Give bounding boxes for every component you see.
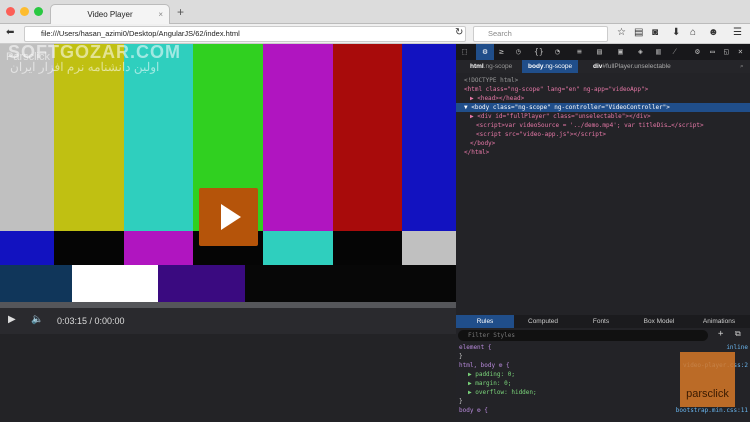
- filter-styles-input[interactable]: Filter Styles: [458, 330, 708, 341]
- color-bar: [402, 44, 456, 231]
- color-bar: [72, 265, 158, 302]
- tab-bar: Video Player × +: [0, 0, 750, 24]
- bookmark-star-icon[interactable]: ☆: [617, 27, 626, 38]
- markup-line-selected[interactable]: ▼ <body class="ng-scope" ng-controller="…: [456, 103, 750, 112]
- add-rule-icon[interactable]: +: [718, 329, 723, 339]
- watermark-tagline: اولین دانشنامه نرم افزار ایران: [10, 60, 160, 74]
- breadcrumb-class: #fullPlayer.unselectable: [602, 63, 671, 70]
- close-tab-icon[interactable]: ×: [158, 5, 163, 24]
- color-bar: [54, 231, 124, 265]
- search-input[interactable]: Search: [473, 26, 608, 42]
- screenshot-icon[interactable]: ▣: [618, 47, 623, 56]
- time-display: 0:03:15 / 0:00:00: [57, 316, 125, 326]
- close-window-button[interactable]: [6, 7, 15, 16]
- console-icon[interactable]: ≥: [499, 47, 504, 56]
- breadcrumb-tag: div: [593, 63, 603, 70]
- volume-icon[interactable]: 🔈: [31, 314, 43, 325]
- style-editor-icon[interactable]: {}: [534, 47, 544, 56]
- rule-selector: body ⚙ { bootstrap.min.css:11: [456, 406, 750, 415]
- breadcrumb-div[interactable]: div#fullPlayer.unselectable: [587, 60, 677, 73]
- scratchpad-icon[interactable]: ▥: [656, 47, 661, 56]
- home-icon[interactable]: ⌂: [690, 27, 696, 38]
- video-player[interactable]: SOFTGOZAR.COM Parsclick اولین دانشنامه ن…: [0, 42, 456, 422]
- nav-bar: ⬅ file:///Users/hasan_azimi0/Desktop/Ang…: [0, 24, 750, 44]
- color-bar: [333, 44, 402, 231]
- minimize-window-button[interactable]: [20, 7, 29, 16]
- performance-icon[interactable]: ◔: [555, 47, 560, 56]
- parsclick-logo: parsclick: [680, 352, 735, 407]
- tab-fonts[interactable]: Fonts: [572, 315, 630, 328]
- back-icon[interactable]: ⬅: [6, 27, 14, 38]
- breadcrumb-body[interactable]: body.ng-scope: [522, 60, 579, 73]
- color-bar: [402, 231, 456, 265]
- markup-line[interactable]: ▶ <div id="fullPlayer" class="unselectab…: [456, 112, 750, 121]
- tab-computed[interactable]: Computed: [514, 315, 572, 328]
- pick-element-icon[interactable]: ⬚: [462, 47, 467, 56]
- color-bar: [124, 231, 193, 265]
- tab-box-model[interactable]: Box Model: [630, 315, 688, 328]
- chat-icon[interactable]: ☻: [708, 27, 719, 38]
- markup-line[interactable]: ▶ <head></head>: [456, 94, 750, 103]
- rule-source[interactable]: inline: [726, 343, 748, 352]
- pocket-icon[interactable]: ◙: [652, 27, 658, 38]
- breadcrumb-html[interactable]: html.ng-scope: [464, 60, 518, 73]
- color-bar: [245, 265, 456, 302]
- rule-selector-text: element {: [459, 344, 492, 351]
- rule-selector-text: html, body ⚙ {: [459, 362, 510, 369]
- eyedropper-icon[interactable]: ⁄: [674, 47, 675, 56]
- url-bar[interactable]: file:///Users/hasan_azimi0/Desktop/Angul…: [24, 26, 466, 42]
- inspector-icon[interactable]: ⚙: [476, 44, 494, 60]
- markup-line[interactable]: </body>: [456, 139, 750, 148]
- breadcrumb-class: .ng-scope: [483, 63, 513, 70]
- close-devtools-icon[interactable]: ×: [738, 47, 743, 56]
- tab-animations[interactable]: Animations: [690, 315, 748, 328]
- rules-tabs: Rules Computed Fonts Box Model Animation…: [456, 315, 750, 328]
- breadcrumb: html.ng-scope body.ng-scope div#fullPlay…: [456, 60, 750, 73]
- toggle-pseudo-icon[interactable]: ⧉: [735, 329, 741, 339]
- logo-text: parsclick: [686, 388, 729, 400]
- markup-line[interactable]: <!DOCTYPE html>: [456, 76, 750, 85]
- color-bar: [0, 265, 72, 302]
- breadcrumb-class: .ng-scope: [543, 63, 573, 70]
- play-button[interactable]: [199, 188, 258, 246]
- rule-selector: element { inline: [456, 343, 750, 352]
- rule-source[interactable]: bootstrap.min.css:11: [676, 406, 748, 415]
- color-bar: [263, 231, 333, 265]
- network-icon[interactable]: ≡: [577, 47, 582, 56]
- dock-icon[interactable]: ▭: [710, 47, 715, 56]
- settings-icon[interactable]: ⚙: [695, 47, 700, 56]
- play-icon[interactable]: ▶: [8, 314, 16, 325]
- tab-title: Video Player: [87, 10, 133, 19]
- devtools-toolbar: ⬚ ⚙ ≥ ◷ {} ◔ ≡ ▤ ▣ ◈ ▥ ⁄ ⚙ ▭ ◱ ×: [456, 44, 750, 60]
- markup-line[interactable]: <script>var videoSource = '../demo.mp4';…: [456, 121, 750, 130]
- color-bar: [0, 231, 54, 265]
- browser-tab[interactable]: Video Player ×: [50, 4, 170, 24]
- maximize-window-button[interactable]: [34, 7, 43, 16]
- new-tab-button[interactable]: +: [177, 5, 184, 19]
- markup-line[interactable]: <html class="ng-scope" lang="en" ng-app=…: [456, 85, 750, 94]
- markup-view: <!DOCTYPE html> <html class="ng-scope" l…: [456, 73, 750, 157]
- player-controls: ▶ 🔈 0:03:15 / 0:00:00: [0, 308, 456, 334]
- color-bar: [333, 231, 402, 265]
- color-bar: [263, 44, 333, 231]
- markup-line[interactable]: <script src="video-app.js"></script>: [456, 130, 750, 139]
- download-icon[interactable]: ⬇: [672, 27, 680, 38]
- breadcrumb-search-icon[interactable]: ⌕: [734, 60, 750, 73]
- reload-icon[interactable]: ↻: [455, 27, 463, 38]
- storage-icon[interactable]: ▤: [597, 47, 602, 56]
- menu-icon[interactable]: ☰: [733, 27, 742, 38]
- rule-selector-text: body ⚙ {: [459, 407, 488, 414]
- addons-icon[interactable]: ◈: [638, 47, 643, 56]
- color-bar: [158, 265, 245, 302]
- tab-rules[interactable]: Rules: [456, 315, 514, 328]
- breadcrumb-tag: html: [470, 63, 484, 70]
- markup-line[interactable]: </html>: [456, 148, 750, 157]
- breadcrumb-tag: body: [528, 63, 544, 70]
- undock-icon[interactable]: ◱: [724, 47, 729, 56]
- debugger-icon[interactable]: ◷: [516, 47, 521, 56]
- clipboard-icon[interactable]: ▤: [634, 27, 643, 38]
